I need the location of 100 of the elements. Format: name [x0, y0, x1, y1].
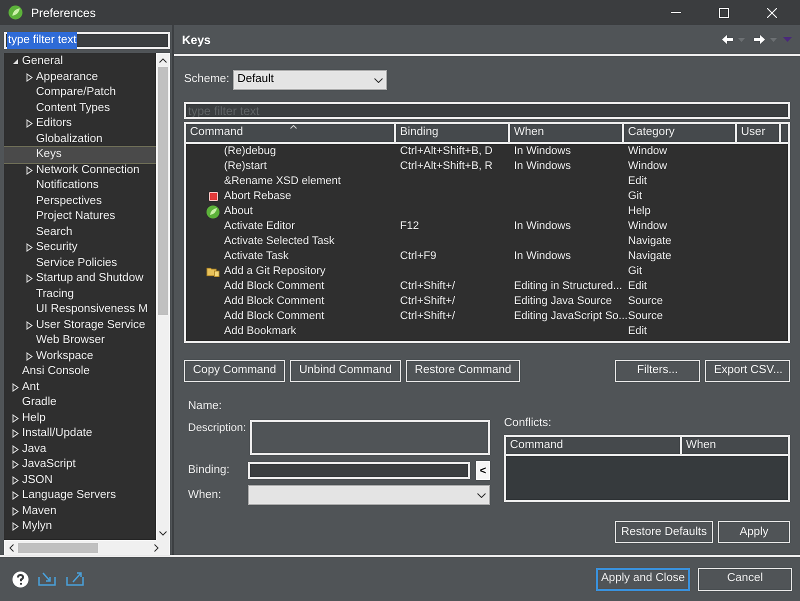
tree-item[interactable]: Tracing — [4, 286, 156, 302]
forward-arrow-icon[interactable] — [753, 34, 766, 45]
binding-cell: Ctrl+Alt+Shift+B, R — [400, 160, 493, 172]
collapsed-arrow-icon[interactable] — [26, 320, 32, 330]
leaf-logo-icon — [206, 204, 220, 218]
column-header[interactable]: When — [510, 124, 624, 142]
description-label: Description: — [187, 421, 248, 436]
when-cell: In Windows — [514, 250, 571, 262]
command-cell-text: &Rename XSD element — [224, 174, 341, 190]
tree-item[interactable]: Editors — [4, 116, 156, 132]
tree-item[interactable]: Java — [4, 442, 156, 457]
import-icon[interactable] — [37, 571, 57, 587]
command-button[interactable]: Restore Command — [406, 360, 520, 382]
column-header[interactable]: Command — [506, 437, 682, 454]
tree-item[interactable]: Search — [4, 224, 156, 240]
column-header[interactable]: Command — [186, 124, 396, 142]
tree-item[interactable]: Keys — [4, 147, 156, 162]
column-header[interactable]: When — [682, 437, 788, 454]
command-cell-text: Activate Task — [224, 249, 289, 264]
column-header[interactable]: Category — [624, 124, 737, 142]
table-action-button[interactable]: Filters... — [615, 360, 700, 382]
tree-item[interactable]: Ant — [4, 380, 156, 395]
tree-item[interactable]: Ansi Console — [4, 364, 156, 380]
binding-cell: Ctrl+F9 — [400, 250, 436, 262]
command-cell-text: Add Block Comment — [224, 309, 324, 324]
tree-item[interactable]: Startup and Shutdow — [4, 271, 156, 286]
command-cell-text: Activate Selected Task — [224, 234, 334, 250]
collapsed-arrow-icon[interactable] — [26, 166, 32, 175]
tree-item[interactable]: Help — [4, 410, 156, 426]
tree-item[interactable]: Web Browser — [4, 333, 156, 348]
binding-cell: Ctrl+Shift+/ — [400, 310, 456, 322]
page-button[interactable]: Apply — [718, 521, 790, 544]
tree-item[interactable]: Globalization — [4, 132, 156, 147]
category-cell: Edit — [628, 325, 647, 338]
tree-item[interactable]: Security — [4, 240, 156, 256]
help-icon[interactable] — [12, 570, 29, 588]
category-cell: Window — [628, 160, 668, 172]
command-button[interactable]: Unbind Command — [290, 360, 401, 382]
binding-field[interactable] — [248, 462, 470, 480]
binding-cell: F12 — [400, 220, 419, 232]
when-cell: Editing JavaScript So... — [514, 310, 628, 322]
column-header[interactable]: Binding — [396, 124, 510, 142]
collapsed-arrow-icon[interactable] — [26, 243, 32, 252]
folder-icon — [206, 265, 220, 278]
tree-item[interactable]: Content Types — [4, 100, 156, 116]
scheme-dropdown[interactable]: Default — [233, 70, 388, 90]
tree-item[interactable]: User Storage Service — [4, 318, 156, 333]
tree-item[interactable]: General — [4, 54, 156, 70]
command-button[interactable]: Copy Command — [184, 360, 286, 382]
chevron-down-icon — [374, 78, 384, 82]
command-cell-text: (Re)start — [224, 159, 267, 174]
tree-item[interactable]: Gradle — [4, 395, 156, 410]
back-arrow-icon[interactable] — [721, 34, 734, 45]
tree-item[interactable]: JavaScript — [4, 457, 156, 472]
collapsed-arrow-icon[interactable] — [26, 274, 32, 284]
collapsed-arrow-icon[interactable] — [26, 119, 32, 128]
window-title: Preferences — [31, 4, 96, 22]
expanded-arrow-icon[interactable] — [12, 58, 18, 66]
command-cell-text: Activate Editor — [224, 219, 295, 234]
command-cell-text: Add Bookmark — [224, 324, 296, 340]
when-dropdown[interactable] — [248, 485, 490, 506]
tree-item[interactable]: UI Responsiveness M — [4, 302, 156, 318]
vertical-scrollbar[interactable] — [156, 53, 170, 540]
binding-menu-button[interactable]: < — [476, 461, 490, 480]
tree-item[interactable]: Language Servers — [4, 488, 156, 504]
tree-item[interactable]: Notifications — [4, 178, 156, 194]
close-icon — [767, 8, 777, 18]
description-box[interactable] — [250, 420, 490, 456]
tree-item[interactable]: Install/Update — [4, 426, 156, 442]
page-button[interactable]: Restore Defaults — [615, 521, 713, 544]
export-icon[interactable] — [65, 571, 85, 587]
conflicts-label: Conflicts: — [504, 416, 552, 431]
filter-field[interactable]: type filter text — [4, 32, 170, 49]
tree-item[interactable]: Perspectives — [4, 194, 156, 209]
leaf-logo-icon — [8, 5, 23, 20]
tree-item[interactable]: Maven — [4, 504, 156, 519]
dialog-button[interactable]: Apply and Close — [596, 568, 690, 590]
tree-item[interactable]: Project Natures — [4, 209, 156, 224]
collapsed-arrow-icon[interactable] — [26, 72, 32, 82]
collapsed-arrow-icon[interactable] — [26, 352, 32, 361]
tree-item[interactable]: Mylyn — [4, 519, 156, 534]
tree-item[interactable]: Workspace — [4, 348, 156, 364]
category-cell: Help — [628, 205, 651, 218]
category-cell: Source — [628, 310, 663, 322]
column-header[interactable]: User — [737, 124, 781, 142]
binding-cell: Ctrl+Shift+/ — [400, 280, 456, 292]
tree-item[interactable]: Network Connection — [4, 162, 156, 178]
when-cell: In Windows — [514, 160, 571, 172]
tree-item[interactable]: Appearance — [4, 70, 156, 85]
collapsed-arrow-icon[interactable] — [12, 382, 18, 392]
dialog-button[interactable]: Cancel — [698, 568, 792, 590]
horizontal-scrollbar[interactable] — [4, 540, 170, 555]
tree-item[interactable]: Compare/Patch — [4, 85, 156, 100]
tree-item[interactable]: JSON — [4, 472, 156, 488]
tree-item[interactable]: Service Policies — [4, 256, 156, 271]
minimize-icon — [671, 12, 681, 13]
category-cell: Git — [628, 190, 642, 202]
table-action-button[interactable]: Export CSV... — [705, 360, 790, 382]
category-cell: Git — [628, 265, 642, 278]
category-cell: Navigate — [628, 250, 672, 262]
